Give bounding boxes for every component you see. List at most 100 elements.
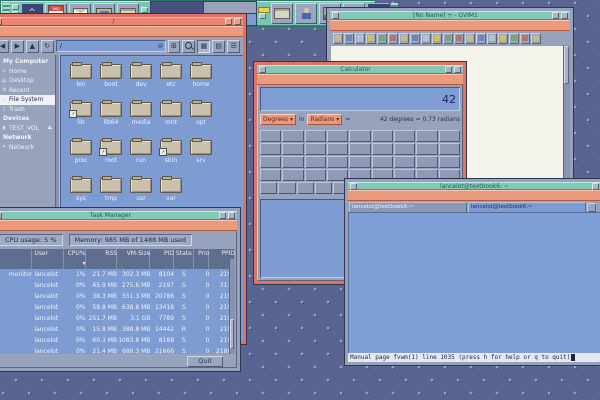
- gvim-toolbar-button[interactable]: [333, 33, 343, 44]
- folder-item[interactable]: run: [126, 137, 156, 175]
- user-tool-launcher[interactable]: [295, 3, 317, 24]
- col-state[interactable]: State: [174, 249, 194, 269]
- pager-desk[interactable]: [151, 2, 203, 13]
- printer2-launcher[interactable]: [271, 3, 293, 24]
- col-command[interactable]: [0, 249, 32, 269]
- calc-key[interactable]: [260, 130, 281, 142]
- table-row[interactable]: lancelot 0% 45.9 MB 275.6 MB 2197 S 0 31…: [0, 280, 235, 291]
- gvim-toolbar-button[interactable]: [377, 33, 387, 44]
- sidebar-item[interactable]: Devices: [0, 114, 55, 124]
- window-menu-button[interactable]: [0, 18, 2, 25]
- table-row[interactable]: lancelot 0% 38.3 MB 551.3 MB 20786 S 0 2…: [0, 291, 235, 302]
- maximize-button[interactable]: [228, 212, 235, 219]
- calc-key[interactable]: [327, 156, 348, 168]
- calc-key[interactable]: [278, 182, 295, 194]
- calc-key[interactable]: [327, 143, 348, 155]
- view-icons-button[interactable]: ▦: [197, 40, 210, 53]
- sidebar-item[interactable]: ✦ Network: [0, 143, 55, 153]
- col-user[interactable]: User: [32, 249, 64, 269]
- up-button[interactable]: ▲: [26, 40, 39, 53]
- calc-key[interactable]: [297, 182, 314, 194]
- calc-key[interactable]: [349, 156, 370, 168]
- terminal-titlebar[interactable]: lancelot@textbook6: ~: [348, 182, 600, 190]
- table-row[interactable]: monitor lancelot 1% 21.7 MB 302.3 MB 810…: [0, 269, 235, 280]
- gvim-toolbar-button[interactable]: [421, 33, 431, 44]
- gvim-toolbar-button[interactable]: [465, 33, 475, 44]
- sidebar-item[interactable]: My Computer: [0, 57, 55, 67]
- gvim-toolbar-button[interactable]: [388, 33, 398, 44]
- gvim-toolbar-button[interactable]: [399, 33, 409, 44]
- gvim-toolbar-button[interactable]: [487, 33, 497, 44]
- task-manager-titlebar[interactable]: Task Manager: [0, 211, 237, 220]
- quit-button[interactable]: Quit: [187, 356, 223, 367]
- calc-key[interactable]: [439, 156, 460, 168]
- gvim-toolbar-button[interactable]: [355, 33, 365, 44]
- calc-key[interactable]: [372, 130, 393, 142]
- gvim-titlebar[interactable]: [No Name] + - GVIM1: [330, 11, 570, 20]
- col-pid[interactable]: PID: [150, 249, 174, 269]
- folder-item[interactable]: bin: [66, 61, 96, 99]
- forward-button[interactable]: ▶: [11, 40, 24, 53]
- eject-icon[interactable]: ⏏: [47, 125, 52, 131]
- calc-key[interactable]: [372, 156, 393, 168]
- gvim-toolbar-button[interactable]: [476, 33, 486, 44]
- clear-path-icon[interactable]: ⊗: [158, 40, 164, 52]
- minimize-button[interactable]: [219, 212, 226, 219]
- terminal-screen[interactable]: [348, 212, 600, 353]
- gvim-toolbar-button[interactable]: [454, 33, 464, 44]
- table-row[interactable]: lancelot 0% 251.7 MB 3.1 GB 7789 S 0 219…: [0, 313, 235, 324]
- gvim-toolbar-button[interactable]: [443, 33, 453, 44]
- sidebar-item[interactable]: ⌂ Home: [0, 67, 55, 77]
- folder-item[interactable]: srv: [186, 137, 216, 175]
- terminal-tab[interactable]: lancelot@textbook6:~: [468, 202, 586, 212]
- scrollbar-thumb[interactable]: [564, 46, 569, 84]
- calc-key[interactable]: [305, 143, 326, 155]
- reload-button[interactable]: ↻: [41, 40, 54, 53]
- window-menu-button[interactable]: [350, 183, 357, 190]
- calc-key[interactable]: [305, 130, 326, 142]
- new-tab-mini-button[interactable]: [587, 203, 596, 212]
- maximize-button[interactable]: [234, 18, 241, 25]
- pager-desk[interactable]: [204, 2, 256, 13]
- folder-item[interactable]: boot: [96, 61, 126, 99]
- new-tab-button[interactable]: ⊞: [168, 40, 181, 53]
- gvim-toolbar-button[interactable]: [432, 33, 442, 44]
- sidebar-item[interactable]: ▯ Trash: [0, 105, 55, 115]
- table-row[interactable]: lancelot 0% 15.8 MB 388.8 MB 14442 R 0 2…: [0, 324, 235, 335]
- calc-key[interactable]: [372, 143, 393, 155]
- calc-key[interactable]: [260, 182, 277, 194]
- calculator-titlebar[interactable]: Calculator: [257, 65, 463, 74]
- sidebar-item[interactable]: ▤ Desktop: [0, 76, 55, 86]
- maximize-button[interactable]: [454, 66, 461, 73]
- calc-key[interactable]: [327, 130, 348, 142]
- file-manager-titlebar[interactable]: /: [0, 17, 243, 26]
- calc-key[interactable]: [439, 130, 460, 142]
- gvim-toolbar-button[interactable]: [410, 33, 420, 44]
- calc-key[interactable]: [305, 156, 326, 168]
- calc-key[interactable]: [439, 143, 460, 155]
- calc-key[interactable]: [394, 130, 415, 142]
- minimize-button[interactable]: [225, 18, 232, 25]
- mini-button[interactable]: [259, 13, 266, 19]
- folder-item[interactable]: dev: [126, 61, 156, 99]
- lock-mini-icon[interactable]: [141, 7, 148, 13]
- calc-key[interactable]: [305, 169, 326, 181]
- folder-item[interactable]: media: [126, 99, 156, 137]
- folder-item[interactable]: root: [96, 137, 126, 175]
- view-list-button[interactable]: ☰: [227, 40, 240, 53]
- path-field[interactable]: ⊗: [56, 40, 166, 52]
- gvim-toolbar-button[interactable]: [366, 33, 376, 44]
- calc-key[interactable]: [282, 156, 303, 168]
- col-rss[interactable]: RSS: [86, 249, 117, 269]
- calc-key[interactable]: [349, 130, 370, 142]
- minimize-button[interactable]: [592, 183, 599, 190]
- calc-key[interactable]: [349, 143, 370, 155]
- search-button[interactable]: [182, 40, 195, 53]
- folder-item[interactable]: sbin: [156, 137, 186, 175]
- calc-key[interactable]: [416, 143, 437, 155]
- calc-key[interactable]: [260, 169, 281, 181]
- calc-key[interactable]: [260, 143, 281, 155]
- table-row[interactable]: lancelot 0% 21.4 MB 680.3 MB 21666 S 0 2…: [0, 346, 235, 354]
- window-menu-button[interactable]: [0, 212, 2, 219]
- maximize-button[interactable]: [561, 12, 568, 19]
